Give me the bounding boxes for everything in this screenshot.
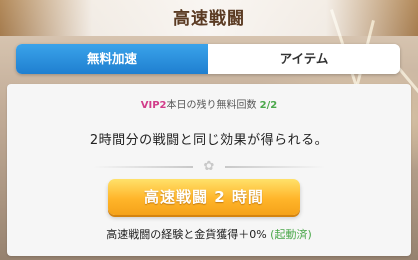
ornament-divider: ✿ xyxy=(93,159,325,174)
bonus-status: (起動済) xyxy=(270,228,312,241)
fast-battle-button[interactable]: 高速戦闘 2 時間 xyxy=(108,179,300,215)
bonus-line: 高速戦闘の経験と金貨獲得＋0% (起動済) xyxy=(0,226,418,242)
divider-line-right xyxy=(225,166,325,168)
bonus-text: 高速戦闘の経験と金貨獲得＋0% xyxy=(106,228,267,241)
tab-free-speedup[interactable]: 無料加速 xyxy=(16,44,208,74)
speedup-description: 2時間分の戦闘と同じ効果が得られる。 xyxy=(89,133,329,148)
free-count-label: 本日の残り無料回数 xyxy=(166,100,257,111)
divider-line-left xyxy=(93,166,193,168)
tab-items[interactable]: アイテム xyxy=(208,44,400,74)
free-count-line: VIP2本日の残り無料回数 2/2 xyxy=(0,96,418,111)
page-title: 高速戦闘 xyxy=(173,9,245,29)
free-count-value: 2/2 xyxy=(259,100,278,111)
star-icon: ✿ xyxy=(203,159,215,174)
vip-level: VIP2 xyxy=(140,100,167,111)
tab-bar: 無料加速 アイテム xyxy=(16,44,400,74)
